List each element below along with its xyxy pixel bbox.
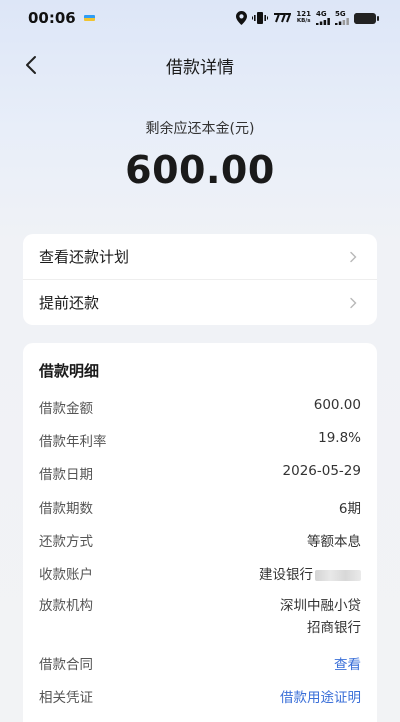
location-icon <box>236 11 248 25</box>
detail-label: 借款合同 <box>39 657 93 673</box>
action-label: 提前还款 <box>39 294 100 312</box>
chevron-right-icon <box>349 251 361 263</box>
detail-value: 等额本息 <box>307 534 361 550</box>
detail-label: 放款机构 <box>39 598 93 614</box>
detail-value: 600.00 <box>313 397 361 413</box>
lender-line-2: 招商银行 <box>307 620 361 636</box>
detail-row-account: 收款账户 建设银行 <box>39 563 361 583</box>
detail-value: 19.8% <box>318 430 361 446</box>
signal-5g-icon: 5G <box>335 11 349 25</box>
lender-line-1: 深圳中融小贷 <box>280 598 361 614</box>
battery-level <box>354 12 370 24</box>
notification-icon <box>83 15 95 21</box>
action-label: 查看还款计划 <box>39 248 130 266</box>
chevron-right-icon <box>349 297 361 309</box>
early-repayment-button[interactable]: 提前还款 <box>23 279 377 325</box>
view-contract-link[interactable]: 查看 <box>334 653 361 673</box>
loan-purpose-proof-link[interactable]: 借款用途证明 <box>280 686 361 706</box>
detail-value: 6期 <box>338 501 361 517</box>
status-icons: 121 KB/s 4G 5G <box>236 10 379 25</box>
detail-row-terms: 借款期数 6期 <box>39 497 361 517</box>
app-logo-icon <box>273 13 292 23</box>
net-speed-indicator: 121 KB/s <box>296 10 311 25</box>
detail-row-date: 借款日期 2026-05-29 <box>39 463 361 483</box>
signal-4g-icon: 4G <box>316 11 330 25</box>
status-time: 00:06 <box>28 9 76 27</box>
page-title: 借款详情 <box>166 57 234 78</box>
detail-label: 收款账户 <box>39 567 93 583</box>
actions-card: 查看还款计划 提前还款 <box>23 234 377 325</box>
detail-label: 借款日期 <box>39 467 93 483</box>
back-button[interactable] <box>16 50 46 80</box>
detail-label: 借款年利率 <box>39 434 107 450</box>
detail-row-amount: 借款金额 600.00 <box>39 397 361 417</box>
detail-value: 深圳中融小贷 招商银行 <box>280 595 361 639</box>
balance-summary: 剩余应还本金(元) 600.00 <box>0 118 400 192</box>
vibrate-icon <box>252 12 269 24</box>
battery-icon <box>354 12 379 24</box>
detail-value: 建设银行 <box>259 563 361 583</box>
detail-label: 相关凭证 <box>39 690 93 706</box>
view-repayment-plan-button[interactable]: 查看还款计划 <box>23 234 377 279</box>
balance-amount: 600.00 <box>125 148 275 192</box>
nav-bar: 借款详情 <box>0 42 400 88</box>
detail-label: 借款金额 <box>39 401 93 417</box>
bank-name: 建设银行 <box>259 567 313 583</box>
detail-value: 2026-05-29 <box>282 463 361 479</box>
detail-row-repayment-method: 还款方式 等额本息 <box>39 530 361 550</box>
balance-label: 剩余应还本金(元) <box>145 121 255 137</box>
masked-account-number <box>315 569 361 581</box>
detail-label: 还款方式 <box>39 534 93 550</box>
status-bar: 00:06 121 KB/s 4G 5G <box>0 0 400 36</box>
detail-row-rate: 借款年利率 19.8% <box>39 430 361 450</box>
chevron-left-icon <box>26 56 36 74</box>
detail-label: 借款期数 <box>39 501 93 517</box>
details-title: 借款明细 <box>39 362 100 380</box>
loan-details-card: 借款明细 借款金额 600.00 借款年利率 19.8% 借款日期 2026-0… <box>23 343 377 722</box>
detail-row-contract: 借款合同 查看 <box>39 653 361 673</box>
detail-row-voucher: 相关凭证 借款用途证明 <box>39 686 361 706</box>
detail-row-lender: 放款机构 深圳中融小贷 招商银行 <box>39 595 361 639</box>
